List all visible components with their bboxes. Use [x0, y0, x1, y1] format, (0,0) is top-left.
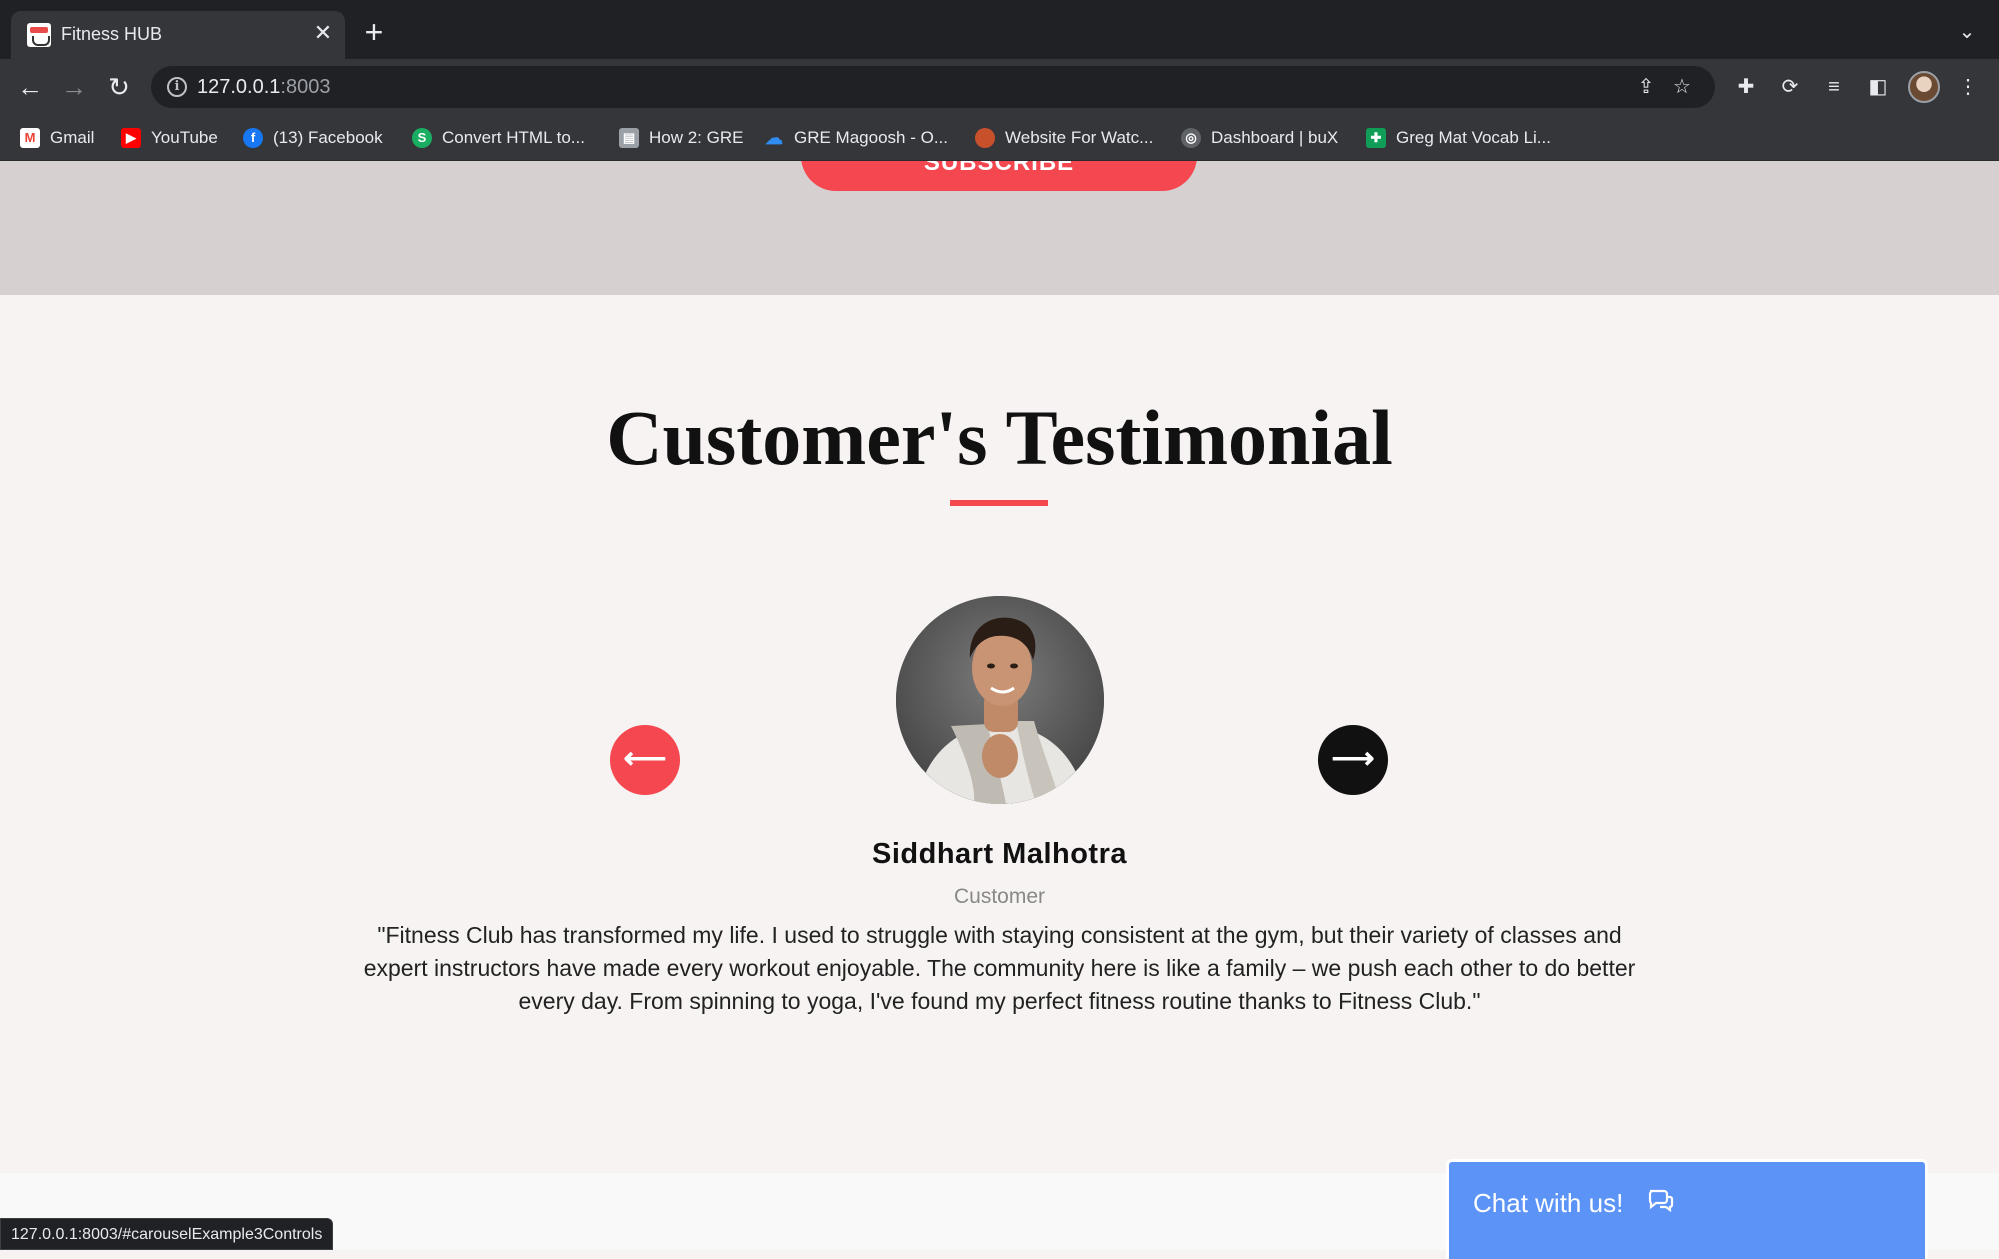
bookmark-youtube[interactable]: ▶ YouTube [121, 127, 218, 149]
browser-toolbar: ← → ↻ i 127.0.0.1:8003 ⇪ ☆ ✚ ⟳ ≡ ◧ ⋮ [0, 59, 1999, 115]
youtube-icon: ▶ [121, 128, 141, 148]
sheets-icon: ✚ [1366, 128, 1386, 148]
browser-tab[interactable]: Fitness HUB ✕ [11, 11, 345, 59]
forward-button[interactable]: → [58, 71, 90, 103]
facebook-icon: f [243, 128, 263, 148]
gmail-icon: M [20, 128, 40, 148]
fitness-favicon-icon [27, 23, 51, 47]
side-panel-icon[interactable]: ◧ [1865, 74, 1891, 100]
testimonial-section: Customer's Testimonial ⟵ ⟶ Siddhart Malh… [0, 295, 1999, 1173]
new-tab-button[interactable]: + [360, 16, 388, 48]
dashboard-icon: ◎ [1181, 128, 1201, 148]
tab-close-icon[interactable]: ✕ [311, 21, 335, 45]
menu-kebab-icon[interactable]: ⋮ [1955, 74, 1981, 100]
customer-role: Customer [953, 885, 1046, 908]
bookmark-convert-html[interactable]: S Convert HTML to... [412, 127, 585, 149]
customer-name: Siddhart Malhotra [871, 838, 1127, 870]
tab-search-chevron-icon[interactable]: ⌄ [1955, 20, 1979, 44]
bookmark-facebook[interactable]: f (13) Facebook [243, 127, 383, 149]
browser-tab-bar: Fitness HUB ✕ + ⌄ [0, 0, 1999, 59]
share-icon[interactable]: ⇪ [1634, 75, 1658, 99]
newsletter-section: SUBSCRIBE [0, 161, 1999, 295]
carousel-next-button[interactable]: ⟶ [1318, 725, 1388, 795]
subscribe-button[interactable]: SUBSCRIBE [801, 161, 1197, 191]
back-button[interactable]: ← [14, 71, 46, 103]
document-icon: ▤ [619, 128, 639, 148]
tab-title: Fitness HUB [61, 24, 163, 44]
extension-icon[interactable]: ⟳ [1777, 74, 1803, 100]
bookmark-website-watch[interactable]: Website For Watc... [975, 127, 1153, 149]
testimonial-quote: "Fitness Club has transformed my life. I… [363, 922, 1636, 1014]
onedrive-icon: ☁ [765, 128, 783, 148]
carousel-prev-button[interactable]: ⟵ [610, 725, 680, 795]
address-url[interactable]: 127.0.0.1:8003 [197, 76, 330, 99]
bookmark-gre-magoosh[interactable]: ☁ GRE Magoosh - O... [764, 127, 948, 149]
extensions-icon[interactable]: ✚ [1733, 74, 1759, 100]
customer-photo [896, 596, 1104, 804]
address-bar[interactable]: i 127.0.0.1:8003 ⇪ ☆ [151, 66, 1715, 108]
bookmark-how2gre[interactable]: ▤ How 2: GRE [619, 127, 743, 149]
media-control-icon[interactable]: ≡ [1821, 74, 1847, 100]
reload-button[interactable]: ↻ [103, 71, 135, 103]
title-underline [950, 500, 1048, 506]
convert-icon: S [412, 128, 432, 148]
bookmark-gmail[interactable]: M Gmail [20, 127, 94, 149]
chat-label[interactable]: Chat with us! [1473, 1188, 1623, 1219]
chat-bubbles-icon [1647, 1188, 1675, 1219]
bookmark-greg-mat[interactable]: ✚ Greg Mat Vocab Li... [1366, 127, 1551, 149]
bookmark-star-icon[interactable]: ☆ [1670, 75, 1694, 99]
site-info-icon[interactable]: i [167, 77, 187, 97]
profile-avatar[interactable] [1908, 71, 1940, 103]
section-title: Customer's Testimonial [606, 394, 1393, 481]
bookmark-dashboard-bux[interactable]: ◎ Dashboard | buX [1181, 127, 1338, 149]
bookmarks-bar: M Gmail ▶ YouTube f (13) Facebook S Conv… [0, 115, 1999, 161]
page-content: SUBSCRIBE Customer's Testimonial ⟵ ⟶ Sid… [0, 161, 1999, 1250]
link-status-bar: 127.0.0.1:8003/#carouselExample3Controls [0, 1218, 334, 1250]
customer-avatar [896, 596, 1104, 804]
chat-widget[interactable]: Chat with us! [1446, 1159, 1928, 1259]
website-icon [975, 128, 995, 148]
